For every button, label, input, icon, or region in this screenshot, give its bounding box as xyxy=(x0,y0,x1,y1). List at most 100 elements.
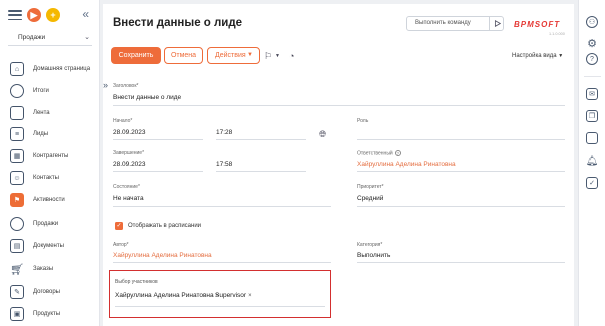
category-label: Категория* xyxy=(357,242,383,248)
sales-icon xyxy=(10,217,24,231)
start-time-field[interactable]: 17:28 xyxy=(216,129,232,136)
role-underline xyxy=(357,139,565,140)
tasks-check-icon[interactable]: ✓ xyxy=(586,177,598,189)
notifications-bell-icon[interactable]: 🔔︎ xyxy=(586,155,599,167)
flag-menu-icon[interactable]: ⚐ xyxy=(264,51,272,62)
end-time-field[interactable]: 17:58 xyxy=(216,161,232,168)
run-command-button[interactable] xyxy=(489,16,504,31)
sidebar-item-label: Лиды xyxy=(33,130,49,137)
rail-divider xyxy=(584,76,601,77)
sidebar-item-documents[interactable]: ▤ Документы xyxy=(10,236,96,256)
profile-icon[interactable]: ⚇ xyxy=(586,16,598,28)
sidebar-item-accounts[interactable]: ▦ Контрагенты xyxy=(10,146,96,166)
sidebar-item-contracts[interactable]: ✎ Договоры xyxy=(10,282,96,302)
copy-pages-icon[interactable]: ❐ xyxy=(586,110,598,122)
message-icon[interactable]: ✉ xyxy=(586,88,598,100)
sidebar-top-bar: ▶ + xyxy=(8,6,60,24)
caret-down-icon: ▼ xyxy=(558,53,564,59)
play-circle-icon[interactable]: ▶ xyxy=(27,8,41,22)
subject-label: Заголовок* xyxy=(113,83,139,89)
sidebar-item-products[interactable]: ▣ Продукты xyxy=(10,304,96,324)
priority-underline xyxy=(357,206,565,207)
participant-chip[interactable]: Хайруллина Аделина Ринатовна × xyxy=(115,292,219,299)
expand-panel-icon[interactable]: » xyxy=(103,80,112,90)
sidebar-item-leads[interactable]: ≡ Лиды xyxy=(10,124,96,144)
start-date-field[interactable]: 28.09.2023 xyxy=(113,129,146,136)
flag-icon: ⚑ xyxy=(10,193,24,207)
show-in-schedule-label: Отображать в расписании xyxy=(128,223,202,229)
show-in-schedule-checkbox[interactable]: ✓ xyxy=(115,222,123,230)
status-field[interactable]: Не начата xyxy=(113,195,144,202)
brand-logo: BPMSOFT xyxy=(514,20,561,29)
sidebar-item-label: Документы xyxy=(33,242,64,249)
view-settings-dropdown[interactable]: Настройка вида ▼ xyxy=(512,53,563,59)
document-icon: ▤ xyxy=(10,239,24,253)
product-icon: ▣ xyxy=(10,307,24,321)
sidebar-item-feed[interactable]: Лента xyxy=(10,103,96,123)
help-icon[interactable]: ? xyxy=(394,150,401,156)
collapse-sidebar-icon[interactable]: « xyxy=(82,7,89,21)
home-icon: ⌂ xyxy=(10,62,24,76)
sidebar-item-label: Договоры xyxy=(33,288,60,295)
cancel-button[interactable]: Отмена xyxy=(164,47,203,64)
category-underline xyxy=(357,262,565,263)
settings-gear-icon[interactable]: ⚙ xyxy=(586,37,598,50)
actions-label: Действия xyxy=(215,52,246,59)
author-field[interactable]: Хайруллина Аделина Ринатовна xyxy=(113,252,212,259)
role-label: Роль xyxy=(357,118,369,124)
participant-chip[interactable]: Supervisor × xyxy=(215,292,252,299)
end-label: Завершение* xyxy=(113,150,145,156)
menu-icon[interactable] xyxy=(8,10,22,20)
category-field[interactable]: Выполнить xyxy=(357,252,390,259)
command-input-placeholder: Выполнить команду xyxy=(415,20,471,26)
sidebar-item-label: Домашняя страница xyxy=(33,65,91,72)
caret-down-icon[interactable]: ▼ xyxy=(275,53,280,59)
participants-label: Выбор участников xyxy=(115,279,158,285)
save-button[interactable]: Сохранить xyxy=(111,47,161,64)
chat-bubble-icon[interactable] xyxy=(586,132,598,144)
end-date-underline xyxy=(113,171,203,172)
right-rail: ⚇ ⚙ ? ✉ ❐ 🔔︎ ✓ xyxy=(578,0,605,326)
participant-chip-label: Хайруллина Аделина Ринатовна xyxy=(115,292,214,299)
help-circle-icon[interactable]: ? xyxy=(586,53,598,65)
author-label: Автор* xyxy=(113,242,129,248)
building-icon: ▦ xyxy=(10,149,24,163)
remove-chip-icon[interactable]: × xyxy=(248,293,252,299)
version-label: 1.1.0.000 xyxy=(549,32,565,36)
sidebar-item-home[interactable]: ⌂ Домашняя страница xyxy=(10,59,96,79)
sidebar-item-summaries[interactable]: Итоги xyxy=(10,81,96,101)
main-panel: Внести данные о лиде Выполнить команду B… xyxy=(103,4,574,326)
chat-icon xyxy=(10,106,24,120)
responsible-underline xyxy=(357,171,565,172)
sidebar-item-label: Активности xyxy=(33,196,65,203)
start-label: Начало* xyxy=(113,118,133,124)
actions-dropdown-button[interactable]: Действия ▼ xyxy=(207,47,260,64)
responsible-label: Ответственный? xyxy=(357,150,401,156)
sidebar-item-label: Контрагенты xyxy=(33,152,69,159)
cart-icon: 🛒︎ xyxy=(10,263,24,276)
globe-icon[interactable]: 🌐︎ xyxy=(319,129,326,140)
left-sidebar: ▶ + « Продажи ⌄ ⌂ Домашняя страница Итог… xyxy=(0,0,100,326)
lead-icon: ≡ xyxy=(10,127,24,141)
chevron-down-icon: ⌄ xyxy=(84,34,90,41)
subject-field[interactable]: Внести данные о лиде xyxy=(113,94,181,101)
priority-field[interactable]: Средний xyxy=(357,195,383,202)
plus-circle-icon[interactable]: + xyxy=(46,8,60,22)
sidebar-item-activities[interactable]: ⚑ Активности xyxy=(10,190,96,210)
author-underline xyxy=(113,262,331,263)
sidebar-item-sales[interactable]: Продажи xyxy=(10,214,96,234)
responsible-field[interactable]: Хайруллина Аделина Ринатовна xyxy=(357,161,456,168)
tag-icon[interactable]: ◔ xyxy=(289,51,294,61)
sidebar-item-label: Продажи xyxy=(33,220,59,227)
participant-chip-label: Supervisor xyxy=(215,292,247,299)
end-date-field[interactable]: 28.09.2023 xyxy=(113,161,146,168)
workspace-select[interactable]: Продажи ⌄ xyxy=(8,32,92,46)
start-date-underline xyxy=(113,139,203,140)
participants-field[interactable]: Выбор участников Хайруллина Аделина Рина… xyxy=(109,270,331,318)
participants-underline xyxy=(115,306,325,307)
responsible-label-text: Ответственный xyxy=(357,150,393,157)
sidebar-item-contacts[interactable]: ☺ Контакты xyxy=(10,168,96,188)
end-time-underline xyxy=(216,171,306,172)
sidebar-item-orders[interactable]: 🛒︎ Заказы xyxy=(10,259,96,279)
contract-icon: ✎ xyxy=(10,285,24,299)
